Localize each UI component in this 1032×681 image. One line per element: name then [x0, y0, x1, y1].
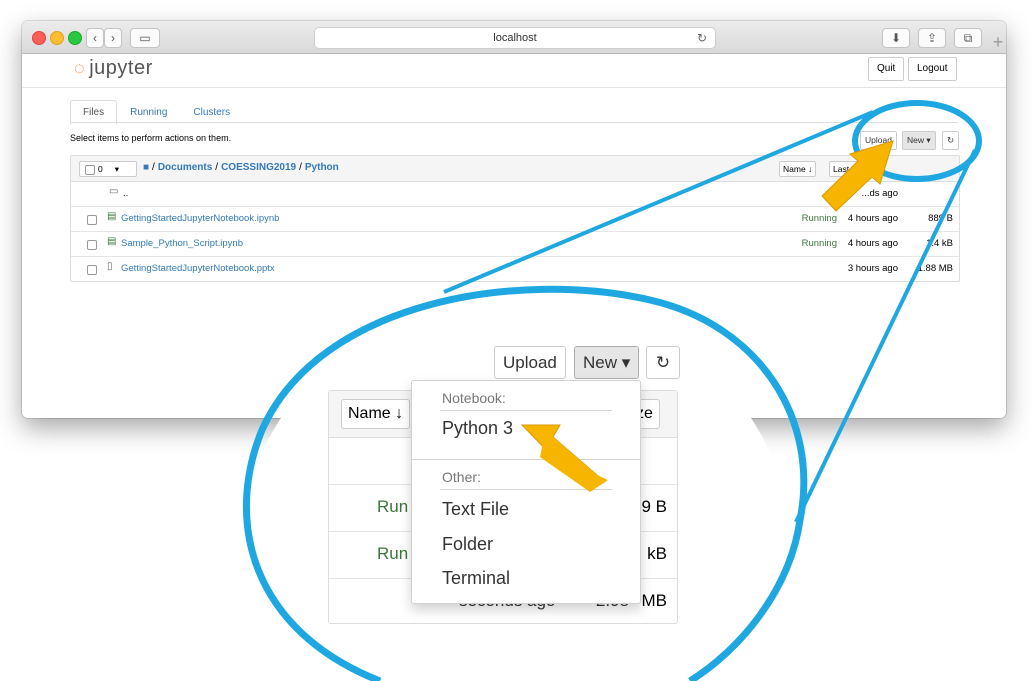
- jupyter-header: ◌ jupyter Quit Logout: [22, 53, 1006, 88]
- new-tab-button[interactable]: +: [986, 30, 1010, 54]
- menu-header-notebook: Notebook:: [442, 390, 506, 406]
- file-size: 1.4 kB: [926, 238, 953, 249]
- zoom-inset: Name ↓ ze Run 9 B Run kB seconds ago 2.9…: [236, 290, 796, 681]
- forward-button[interactable]: ›: [104, 28, 122, 48]
- menu-item-terminal[interactable]: Terminal: [442, 568, 510, 589]
- folder-icon[interactable]: ■: [143, 162, 149, 173]
- menu-item-folder[interactable]: Folder: [442, 534, 493, 555]
- refresh-icon[interactable]: ↻: [942, 131, 960, 150]
- logout-button[interactable]: Logout: [908, 57, 957, 81]
- breadcrumb-coessing2019[interactable]: COESSING2019: [221, 162, 296, 173]
- zoom-upload-button[interactable]: Upload: [494, 346, 566, 379]
- zoom-file-size: MB: [641, 591, 668, 610]
- notebook-icon: ▤: [107, 236, 117, 247]
- jupyter-logo[interactable]: ◌ jupyter: [74, 57, 153, 80]
- tabs-overview-icon[interactable]: ⧉: [954, 28, 982, 48]
- zoom-running-status: Run: [377, 544, 409, 563]
- breadcrumb-python[interactable]: Python: [305, 162, 339, 173]
- new-dropdown-menu: Notebook: Python 3 Other: Text File Fold…: [411, 380, 641, 604]
- new-dropdown-button[interactable]: New ▾: [902, 131, 936, 150]
- back-button[interactable]: ‹: [86, 28, 104, 48]
- jupyter-logo-text: jupyter: [89, 57, 153, 79]
- sort-by-name-button[interactable]: Name ↓: [779, 161, 817, 177]
- zoom-new-dropdown-button[interactable]: New ▾: [574, 346, 640, 379]
- modified-time: 4 hours ago: [847, 238, 898, 249]
- download-icon[interactable]: ⬇: [882, 28, 910, 48]
- row-checkbox[interactable]: [87, 265, 97, 275]
- breadcrumb-documents[interactable]: Documents: [158, 162, 212, 173]
- tab-divider: [70, 122, 958, 123]
- zoom-sort-by-name-button[interactable]: Name ↓: [341, 399, 411, 429]
- menu-header-other: Other:: [442, 469, 481, 485]
- modified-time: 3 hours ago: [847, 263, 898, 274]
- file-link[interactable]: GettingStartedJupyterNotebook.pptx: [121, 263, 275, 274]
- sidebar-toggle-button[interactable]: ▭: [130, 28, 160, 48]
- table-row[interactable]: ▤ GettingStartedJupyterNotebook.ipynb Ru…: [71, 207, 959, 232]
- parent-directory-link[interactable]: ..: [123, 188, 128, 199]
- select-all-checkbox[interactable]: [85, 164, 95, 175]
- file-link[interactable]: GettingStartedJupyterNotebook.ipynb: [121, 213, 279, 224]
- file-icon: ▯: [107, 261, 113, 272]
- file-size: 1.88 MB: [917, 263, 953, 274]
- menu-divider: [440, 410, 612, 411]
- row-checkbox[interactable]: [87, 215, 97, 225]
- breadcrumb: ■ / Documents / COESSING2019/Python: [143, 162, 339, 173]
- menu-divider: [440, 489, 612, 490]
- folder-outline-icon: ▭: [109, 186, 119, 197]
- file-list-header: 0 ▾ ■ / Documents / COESSING2019/Python Name …: [71, 156, 959, 182]
- modified-time: 4 hours ago: [847, 213, 898, 224]
- jupyter-logo-icon: ◌: [74, 58, 86, 78]
- zoom-running-status: Run: [377, 497, 409, 516]
- zoom-refresh-icon[interactable]: ↻: [646, 346, 680, 379]
- quit-button[interactable]: Quit: [868, 57, 905, 81]
- file-link[interactable]: Sample_Python_Script.ipynb: [121, 238, 243, 249]
- running-status: Running: [801, 238, 837, 249]
- share-icon[interactable]: ⇪: [918, 28, 946, 48]
- notebook-icon: ▤: [107, 211, 117, 222]
- close-window-button[interactable]: [32, 31, 46, 45]
- file-size: 889 B: [928, 213, 953, 224]
- table-row[interactable]: ▯ GettingStartedJupyterNotebook.pptx 3 h…: [71, 257, 959, 281]
- menu-item-text-file[interactable]: Text File: [442, 499, 509, 520]
- select-all-dropdown[interactable]: 0 ▾: [79, 161, 137, 177]
- browser-titlebar: ‹ › ▭ localhost ↻ ⬇ ⇪ ⧉: [22, 21, 1006, 54]
- minimize-window-button[interactable]: [50, 31, 64, 45]
- menu-divider: [412, 459, 640, 460]
- upload-button[interactable]: Upload: [860, 131, 897, 150]
- file-list: 0 ▾ ■ / Documents / COESSING2019/Python Name …: [70, 155, 960, 282]
- menu-item-python3[interactable]: Python 3: [442, 418, 513, 439]
- list-item[interactable]: ▭ .. ...ds ago: [71, 182, 959, 207]
- zoom-file-size: kB: [647, 544, 667, 563]
- table-row[interactable]: ▤ Sample_Python_Script.ipynb Running 4 h…: [71, 232, 959, 257]
- row-checkbox[interactable]: [87, 240, 97, 250]
- selected-count: 0: [98, 164, 103, 174]
- running-status: Running: [801, 213, 837, 224]
- chevron-down-icon: ▾: [114, 164, 120, 174]
- sort-by-modified-button[interactable]: Last M: [829, 161, 863, 177]
- zoom-window-button[interactable]: [68, 31, 82, 45]
- zoom-file-size: 9 B: [641, 497, 667, 516]
- reload-icon[interactable]: ↻: [697, 28, 707, 48]
- selection-hint: Select items to perform actions on them.: [70, 133, 232, 143]
- url-text: localhost: [493, 32, 537, 44]
- address-bar[interactable]: localhost ↻: [314, 27, 716, 49]
- modified-time: ...ds ago: [861, 188, 898, 199]
